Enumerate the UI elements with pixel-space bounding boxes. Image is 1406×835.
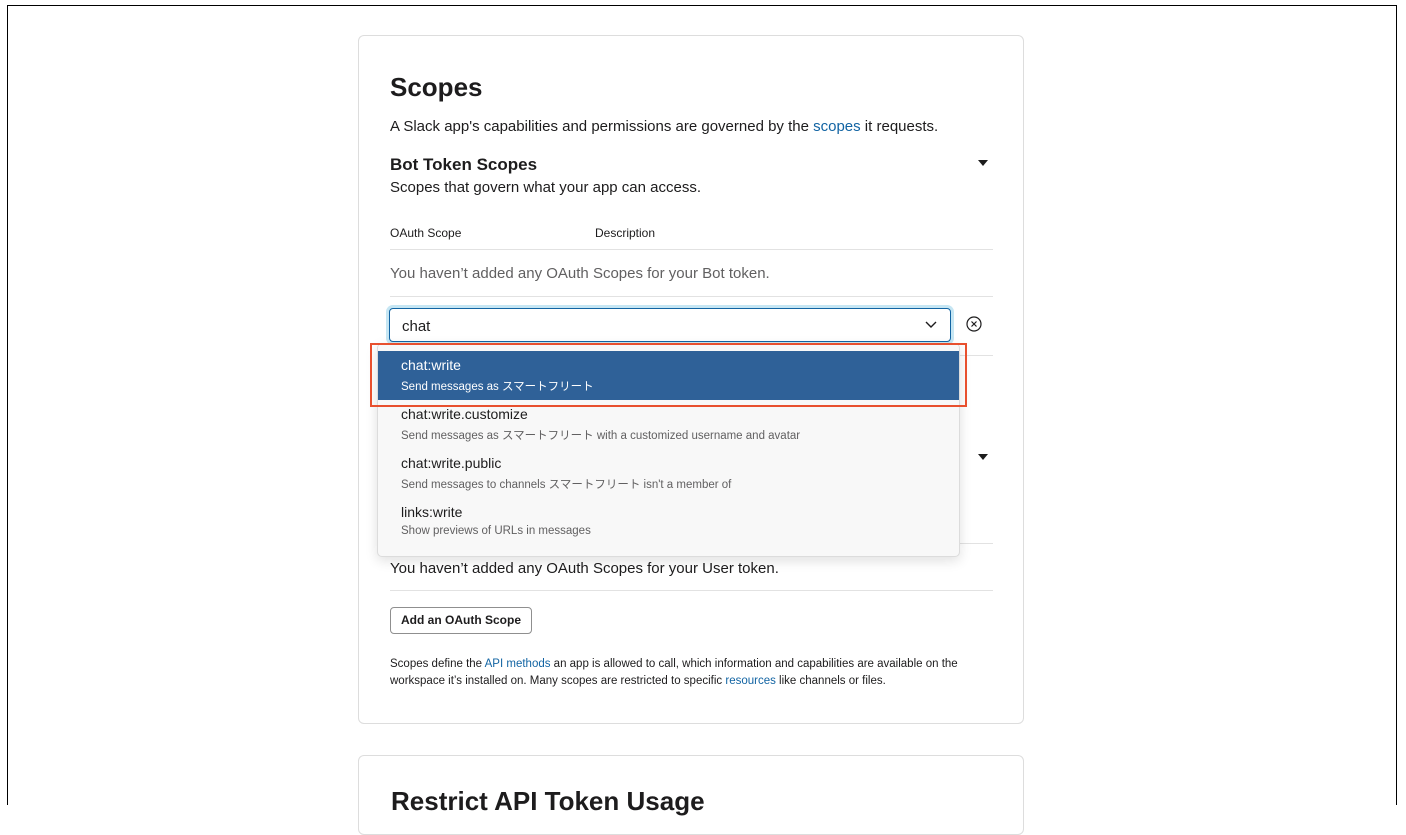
option-description: Send messages as スマートフリート with a customi… (401, 430, 801, 442)
scopes-link[interactable]: scopes (813, 118, 861, 135)
dropdown-option[interactable]: chat:write.customize Send messages as スマ… (378, 400, 959, 449)
select-value: chat (402, 318, 431, 335)
restrict-api-card: Restrict API Token Usage (358, 755, 1024, 835)
collapse-caret-icon[interactable] (978, 454, 988, 460)
scopes-footer-text: Scopes define the API methods an app is … (390, 658, 958, 687)
dropdown-option[interactable]: chat:write Send messages as スマートフリート (378, 351, 959, 400)
divider (390, 590, 993, 591)
divider (390, 249, 993, 250)
option-description: Send messages to channels スマートフリート isn't… (401, 479, 732, 491)
bot-token-scopes-subtitle: Scopes that govern what your app can acc… (390, 179, 702, 196)
column-header-description: Description (595, 226, 656, 240)
column-header-oauth-scope: OAuth Scope (390, 226, 462, 240)
scope-dropdown-menu: chat:write Send messages as スマートフリート cha… (377, 343, 960, 557)
remove-circle-icon[interactable] (966, 316, 982, 332)
dropdown-option[interactable]: chat:write.public Send messages to chann… (378, 449, 959, 498)
option-name: links:write (401, 504, 463, 520)
option-description: Show previews of URLs in messages (401, 525, 591, 537)
scopes-intro: A Slack app's capabilities and permissio… (390, 118, 939, 135)
resources-link[interactable]: resources (725, 675, 776, 687)
restrict-api-title: Restrict API Token Usage (391, 786, 705, 816)
add-oauth-scope-button[interactable]: Add an OAuth Scope (390, 607, 532, 634)
bot-token-scopes-title: Bot Token Scopes (390, 155, 538, 174)
bot-empty-message: You haven’t added any OAuth Scopes for y… (390, 265, 770, 282)
scope-select-input[interactable]: chat (389, 308, 951, 342)
option-name: chat:write.public (401, 455, 502, 471)
scopes-title: Scopes (390, 72, 483, 102)
option-name: chat:write (401, 357, 461, 373)
option-name: chat:write.customize (401, 406, 528, 422)
api-methods-link[interactable]: API methods (485, 658, 551, 670)
divider (390, 296, 993, 297)
chevron-down-icon[interactable] (924, 317, 938, 331)
collapse-caret-icon[interactable] (978, 160, 988, 166)
dropdown-option[interactable]: links:write Show previews of URLs in mes… (378, 498, 959, 547)
user-empty-message: You haven’t added any OAuth Scopes for y… (390, 560, 779, 577)
option-description: Send messages as スマートフリート (401, 381, 594, 393)
